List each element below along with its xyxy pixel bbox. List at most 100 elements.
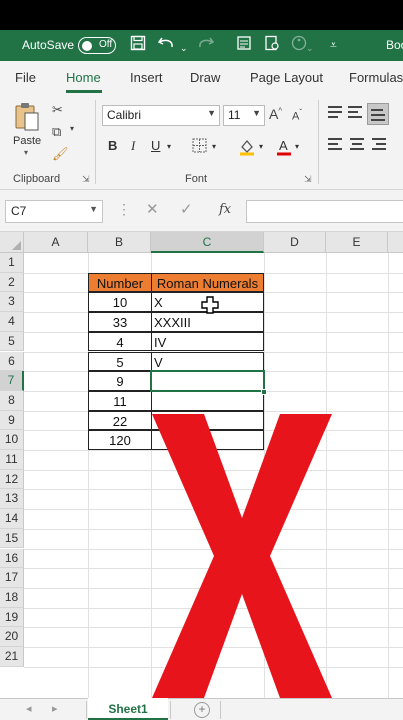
row-header[interactable]: 6 <box>0 351 24 372</box>
row-header[interactable]: 2 <box>0 272 24 293</box>
font-name-select[interactable]: Calibri ▼ <box>102 105 220 126</box>
font-launcher-icon[interactable]: ⇲ <box>304 174 312 185</box>
name-box[interactable]: C7 ▼ <box>5 200 103 223</box>
sheet-tab-sheet1[interactable]: Sheet1 <box>88 698 168 720</box>
row-header[interactable]: 16 <box>0 548 24 569</box>
align-center-icon[interactable] <box>350 138 368 154</box>
customize-qat-icon[interactable]: ⩡ <box>330 35 337 55</box>
save-icon[interactable] <box>130 35 146 57</box>
tab-home[interactable]: Home <box>66 70 101 85</box>
fill-handle[interactable] <box>261 388 267 395</box>
table-cell-number[interactable]: 5 <box>88 351 152 372</box>
row-header[interactable]: 18 <box>0 587 24 608</box>
column-header-f-partial[interactable] <box>388 232 403 253</box>
row-header[interactable]: 14 <box>0 509 24 529</box>
cancel-icon[interactable]: ✕ <box>146 200 159 218</box>
form-icon[interactable] <box>236 35 252 57</box>
table-cell-roman[interactable]: IV <box>151 331 264 352</box>
ribbon-home: Paste ▾ ✂ ⧉ ▾ 🖌 Clipboard ⇲ Calibri ▼ 11… <box>0 94 403 190</box>
bold-button[interactable]: B <box>108 138 117 153</box>
worksheet-grid[interactable]: A B C D E 1 2 3 4 5 6 7 8 9 10 11 12 13 … <box>0 232 403 698</box>
table-cell-number[interactable]: 22 <box>88 410 152 431</box>
row-header[interactable]: 11 <box>0 450 24 470</box>
row-header[interactable]: 9 <box>0 410 24 431</box>
italic-button[interactable]: I <box>131 138 135 154</box>
align-right-icon[interactable] <box>372 138 390 154</box>
touch-mode-icon[interactable] <box>264 35 280 57</box>
row-header[interactable]: 1 <box>0 253 24 273</box>
borders-icon[interactable] <box>192 138 207 156</box>
row-header[interactable]: 13 <box>0 489 24 510</box>
table-cell-roman[interactable]: V <box>151 351 264 372</box>
decrease-font-size-icon[interactable]: Aˇ <box>292 108 302 123</box>
row-header[interactable]: 19 <box>0 607 24 628</box>
increase-font-size-icon[interactable]: A^ <box>269 106 282 122</box>
column-header-b[interactable]: B <box>88 232 151 253</box>
column-header-a[interactable]: A <box>24 232 88 253</box>
add-sheet-icon[interactable]: + <box>194 702 210 718</box>
red-x-overlay-icon <box>152 414 332 698</box>
row-header[interactable]: 5 <box>0 331 24 352</box>
table-cell-number[interactable]: 4 <box>88 331 152 352</box>
borders-dropdown-icon[interactable]: ▾ <box>212 142 216 151</box>
tab-formulas[interactable]: Formulas <box>349 70 403 85</box>
font-color-icon[interactable]: A <box>275 138 293 159</box>
row-header[interactable]: 3 <box>0 292 24 313</box>
font-name-value: Calibri <box>107 108 142 122</box>
clipboard-launcher-icon[interactable]: ⇲ <box>82 174 90 185</box>
column-header-d[interactable]: D <box>264 232 326 253</box>
font-color-dropdown-icon[interactable]: ▾ <box>295 142 299 151</box>
align-left-icon[interactable] <box>328 138 346 154</box>
enter-icon[interactable]: ✓ <box>180 200 193 218</box>
row-header[interactable]: 4 <box>0 312 24 332</box>
row-header[interactable]: 21 <box>0 647 24 667</box>
table-cell-roman[interactable] <box>151 390 264 411</box>
fill-color-dropdown-icon[interactable]: ▾ <box>259 142 263 151</box>
insert-function-icon[interactable]: fx <box>219 202 231 217</box>
font-size-select[interactable]: 11 ▼ <box>223 105 265 126</box>
fill-color-icon[interactable] <box>238 138 256 159</box>
undo-icon[interactable] <box>157 35 176 57</box>
align-middle-icon[interactable] <box>348 106 366 122</box>
table-cell-number[interactable]: 11 <box>88 390 152 411</box>
align-top-icon[interactable] <box>328 106 346 122</box>
paste-icon[interactable] <box>14 102 40 132</box>
paste-dropdown-icon[interactable]: ▾ <box>24 148 28 157</box>
active-cell-c7[interactable] <box>150 370 265 392</box>
table-cell-number[interactable]: 120 <box>88 430 152 450</box>
row-header[interactable]: 20 <box>0 627 24 647</box>
table-header-roman[interactable]: Roman Numerals <box>151 272 264 293</box>
table-header-number[interactable]: Number <box>88 272 152 293</box>
tab-draw[interactable]: Draw <box>190 70 220 85</box>
table-cell-number[interactable]: 33 <box>88 312 152 332</box>
more-options-icon[interactable]: ⋮ <box>117 201 131 218</box>
row-header-selected[interactable]: 7 <box>0 371 24 391</box>
tab-insert[interactable]: Insert <box>130 70 163 85</box>
copy-dropdown-icon[interactable]: ▾ <box>70 124 74 133</box>
previous-sheet-icon[interactable]: ◂ <box>26 702 32 715</box>
copy-icon[interactable]: ⧉ <box>52 124 61 140</box>
row-header[interactable]: 12 <box>0 469 24 490</box>
undo-dropdown-icon[interactable]: ⌄ <box>180 38 188 58</box>
format-painter-icon[interactable]: 🖌 <box>52 146 69 162</box>
row-header[interactable]: 15 <box>0 528 24 549</box>
redo-icon[interactable] <box>196 35 215 57</box>
cut-icon[interactable]: ✂ <box>52 102 63 118</box>
underline-dropdown-icon[interactable]: ▾ <box>167 142 171 151</box>
tab-file[interactable]: File <box>15 70 36 85</box>
table-cell-number[interactable]: 10 <box>88 292 152 313</box>
formula-input[interactable] <box>246 200 403 223</box>
column-header-c[interactable]: C <box>151 232 264 253</box>
underline-button[interactable]: U <box>151 138 160 153</box>
table-cell-number[interactable]: 9 <box>88 371 152 391</box>
select-all-button[interactable] <box>0 232 24 253</box>
tab-page-layout[interactable]: Page Layout <box>250 70 323 85</box>
column-header-e[interactable]: E <box>326 232 388 253</box>
accessibility-dropdown-icon[interactable]: ⌄ <box>306 38 314 58</box>
next-sheet-icon[interactable]: ▸ <box>52 702 58 715</box>
row-header[interactable]: 8 <box>0 390 24 411</box>
table-cell-roman[interactable]: XXXIII <box>151 312 264 332</box>
row-header[interactable]: 17 <box>0 568 24 588</box>
row-header[interactable]: 10 <box>0 430 24 450</box>
autosave-toggle[interactable]: Off <box>78 37 116 54</box>
